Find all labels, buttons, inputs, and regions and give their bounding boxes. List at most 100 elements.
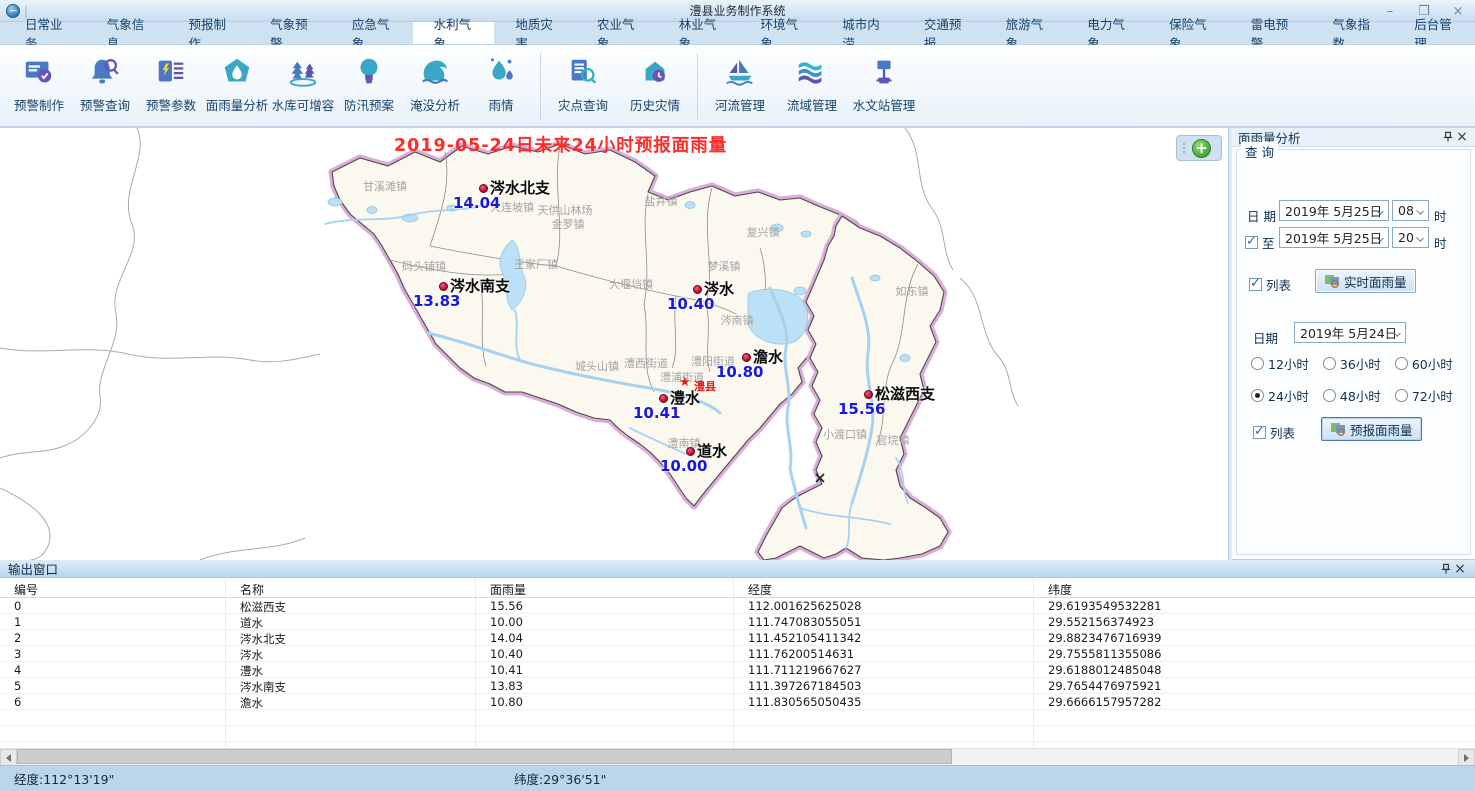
column-header-名称[interactable]: 名称	[226, 578, 476, 597]
toolbar-button-预警参数[interactable]: 预警参数	[138, 51, 204, 114]
radio-36小时[interactable]: 36小时	[1323, 354, 1381, 373]
menu-item-农业气象[interactable]: 农业气象	[576, 22, 658, 44]
table-row[interactable]: 3涔水10.40111.7620051463129.7555811355086	[0, 646, 1475, 662]
station-marker-涔水南支[interactable]	[439, 282, 448, 291]
output-close-icon[interactable]: ×	[1453, 562, 1467, 576]
county-seat-label: 澧县	[694, 378, 716, 394]
area-rain-icon	[219, 53, 255, 91]
town-label: 城头山镇	[575, 358, 619, 374]
table-cell: 14.04	[476, 630, 734, 645]
column-header-纬度[interactable]: 纬度	[1034, 578, 1475, 597]
table-cell	[734, 710, 1034, 725]
start-date-select[interactable]: 2019年 5月25日	[1279, 200, 1389, 221]
table-cell: 112.001625625028	[734, 598, 1034, 613]
realtime-rain-button[interactable]: 实时面雨量	[1315, 269, 1416, 293]
grip-dots-icon	[1180, 143, 1188, 153]
toolbar-button-防汛预案[interactable]: 防汛预案	[336, 51, 402, 114]
table-row[interactable]: 0松滋西支15.56112.00162562502829.61935495322…	[0, 598, 1475, 614]
forecast-list-checkbox[interactable]	[1253, 426, 1266, 439]
status-latitude: 纬度:29°36'51"	[514, 769, 606, 788]
menu-item-旅游气象[interactable]: 旅游气象	[985, 22, 1067, 44]
town-label: 复兴镇	[747, 224, 780, 240]
menu-item-预报制作[interactable]: 预报制作	[167, 22, 249, 44]
output-hscrollbar[interactable]	[0, 748, 1475, 765]
table-cell: 5	[0, 678, 226, 693]
station-marker-松滋西支[interactable]	[864, 390, 873, 399]
menu-item-林业气象[interactable]: 林业气象	[658, 22, 740, 44]
station-marker-道水[interactable]	[686, 447, 695, 456]
table-cell	[734, 726, 1034, 741]
table-row[interactable]: 2涔水北支14.04111.45210541134229.88234767169…	[0, 630, 1475, 646]
to-date-checkbox[interactable]	[1245, 236, 1258, 249]
radio-12小时[interactable]: 12小时	[1251, 354, 1309, 373]
menu-item-地质灾害[interactable]: 地质灾害	[494, 22, 576, 44]
realtime-list-checkbox[interactable]	[1249, 278, 1262, 291]
menu-item-应急气象[interactable]: 应急气象	[331, 22, 413, 44]
menu-item-电力气象[interactable]: 电力气象	[1066, 22, 1148, 44]
menu-item-气象指数[interactable]: 气象指数	[1312, 22, 1394, 44]
end-date-select[interactable]: 2019年 5月25日	[1279, 227, 1389, 248]
toolbar-button-雨情[interactable]: 雨情	[468, 51, 534, 114]
toolbar-button-预警查询[interactable]: 预警查询	[72, 51, 138, 114]
menu-item-环境气象[interactable]: 环境气象	[739, 22, 821, 44]
toolbar-button-流域管理[interactable]: 流域管理	[776, 51, 848, 114]
column-header-面雨量[interactable]: 面雨量	[476, 578, 734, 597]
forecast-rain-button-label: 预报面雨量	[1350, 420, 1413, 439]
menu-item-后台管理[interactable]: 后台管理	[1393, 22, 1475, 44]
forecast-rain-button[interactable]: 预报面雨量	[1321, 417, 1422, 441]
toolbar-button-label: 灾点查询	[558, 95, 608, 114]
toolbar-button-预警制作[interactable]: 预警制作	[6, 51, 72, 114]
scroll-right-button[interactable]	[1458, 749, 1475, 766]
radio-72小时[interactable]: 72小时	[1395, 386, 1453, 405]
radio-option-label: 36小时	[1340, 354, 1381, 373]
table-cell: 松滋西支	[226, 598, 476, 613]
toolbar-button-历史灾情[interactable]: 历史灾情	[619, 51, 691, 114]
table-row[interactable]: 4澧水10.41111.71121966762729.6188012485048	[0, 662, 1475, 678]
menu-item-城市内涝[interactable]: 城市内涝	[821, 22, 903, 44]
start-hour-select[interactable]: 08	[1392, 200, 1429, 221]
add-layer-button[interactable]: +	[1192, 139, 1211, 158]
scroll-left-button[interactable]	[0, 749, 17, 766]
menu-item-气象预警[interactable]: 气象预警	[249, 22, 331, 44]
scroll-thumb[interactable]	[17, 749, 952, 764]
toolbar-button-面雨量分析[interactable]: 面雨量分析	[204, 51, 270, 114]
toolbar-button-淹没分析[interactable]: 淹没分析	[402, 51, 468, 114]
menu-item-日常业务[interactable]: 日常业务	[4, 22, 86, 44]
toolbar-button-河流管理[interactable]: 河流管理	[704, 51, 776, 114]
radio-indicator	[1251, 357, 1264, 370]
menu-item-雷电预警[interactable]: 雷电预警	[1230, 22, 1312, 44]
toolbar-button-水文站管理[interactable]: 水文站管理	[848, 51, 920, 114]
forecast-date-select[interactable]: 2019年 5月24日	[1294, 322, 1406, 343]
menu-item-保险气象[interactable]: 保险气象	[1148, 22, 1230, 44]
station-marker-澧水[interactable]	[659, 394, 668, 403]
radio-indicator	[1251, 389, 1264, 402]
station-marker-涔水[interactable]	[693, 285, 702, 294]
column-header-编号[interactable]: 编号	[0, 578, 226, 597]
menu-item-水利气象[interactable]: 水利气象	[413, 22, 495, 44]
end-hour-select[interactable]: 20	[1392, 227, 1429, 248]
table-row[interactable]: 6澹水10.80111.83056505043529.6666157957282	[0, 694, 1475, 710]
menu-item-气象信息[interactable]: 气象信息	[86, 22, 168, 44]
map-toolbox: +	[1176, 135, 1222, 161]
table-row[interactable]: 1道水10.00111.74708305505129.552156374923	[0, 614, 1475, 630]
toolbar-button-水库可增容[interactable]: 水库可增容	[270, 51, 336, 114]
radio-24小时[interactable]: 24小时	[1251, 386, 1309, 405]
station-marker-涔水北支[interactable]	[479, 184, 488, 193]
menu-item-交通预报[interactable]: 交通预报	[903, 22, 985, 44]
station-marker-澹水[interactable]	[742, 353, 751, 362]
scroll-track[interactable]	[952, 749, 1458, 765]
minimize-button[interactable]: –	[1381, 4, 1399, 19]
panel-close-icon[interactable]: ×	[1455, 130, 1469, 144]
pin-icon[interactable]	[1441, 130, 1455, 144]
table-row[interactable]: 5涔水南支13.83111.39726718450329.76544769759…	[0, 678, 1475, 694]
town-label: 官垸镇	[877, 432, 910, 448]
forecast-list-label: 列表	[1270, 423, 1295, 442]
map-area[interactable]: 2019-05-24日未来24小时预报面雨量 甘溪滩镇火连坡镇天供山林场金罗镇盐…	[0, 128, 1229, 560]
toolbar-button-灾点查询[interactable]: 灾点查询	[547, 51, 619, 114]
radio-48小时[interactable]: 48小时	[1323, 386, 1381, 405]
town-label: 如东镇	[896, 283, 929, 299]
station-value: 10.40	[667, 295, 714, 313]
column-header-经度[interactable]: 经度	[734, 578, 1034, 597]
output-pin-icon[interactable]	[1439, 562, 1453, 576]
radio-60小时[interactable]: 60小时	[1395, 354, 1453, 373]
